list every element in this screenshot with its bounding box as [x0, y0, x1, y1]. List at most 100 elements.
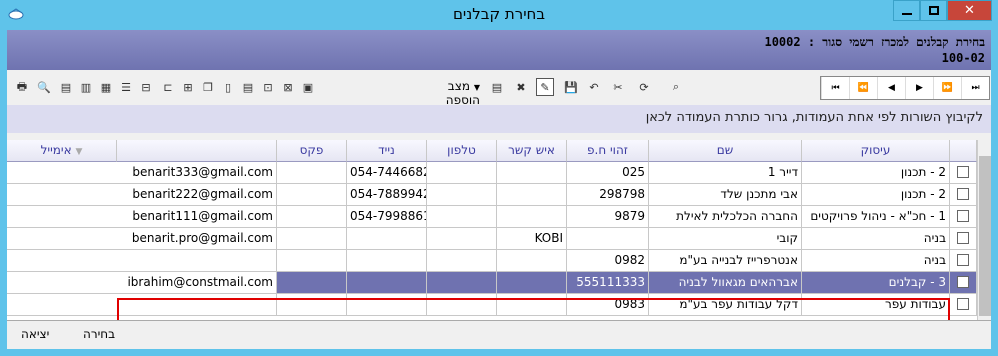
cell-email[interactable] [7, 250, 277, 272]
cell-field[interactable]: בניה [802, 250, 950, 272]
last-record-icon[interactable]: ⏭ [961, 77, 989, 99]
collapse-icon[interactable]: ⊏ [159, 78, 177, 96]
next-page-icon[interactable]: ⏩ [933, 77, 961, 99]
column-header-fax[interactable]: פקס [277, 140, 347, 162]
cell-fax[interactable] [277, 184, 347, 206]
cell-name[interactable]: קובי [649, 228, 802, 250]
cell-phone[interactable] [427, 272, 497, 294]
scroll-thumb[interactable] [979, 156, 991, 316]
new-page-icon[interactable]: ▯ [219, 78, 237, 96]
tree-icon[interactable]: ⊟ [137, 78, 155, 96]
column-header-contact[interactable]: איש קשר [497, 140, 567, 162]
cell-contact[interactable]: KOBI [497, 228, 567, 250]
cell-contact[interactable] [497, 206, 567, 228]
print-icon[interactable]: 🖶 [13, 78, 31, 96]
cell-fax[interactable] [277, 228, 347, 250]
column-header-phone[interactable]: טלפון [427, 140, 497, 162]
cell-phone[interactable] [427, 162, 497, 184]
cell-id[interactable] [567, 228, 649, 250]
maximize-button[interactable] [920, 0, 947, 21]
cell-mobile[interactable]: 054-7998861 [347, 206, 427, 228]
table-row[interactable]: ibrahim@constmail.com 555111333 אברהאים מג… [7, 272, 977, 294]
prev-page-icon[interactable]: ⏪ [849, 77, 877, 99]
column-header-id[interactable]: זהוי ח.פ [567, 140, 649, 162]
cell-id[interactable]: 9879 [567, 206, 649, 228]
cell-phone[interactable] [427, 228, 497, 250]
cell-field[interactable]: בניה [802, 228, 950, 250]
print-preview-icon[interactable]: 🔍 [35, 78, 53, 96]
cell-mobile[interactable] [347, 228, 427, 250]
row-checkbox[interactable] [950, 272, 977, 294]
cell-phone[interactable] [427, 184, 497, 206]
list-icon[interactable]: ▤ [239, 78, 257, 96]
cell-name[interactable]: אברהאים מגאוול לבניה [649, 272, 802, 294]
copy-icon[interactable]: ❐ [199, 78, 217, 96]
group-by-panel[interactable]: לקיבוץ השורות לפי אחת העמודות, גרור כותר… [7, 105, 991, 133]
cell-fax[interactable] [277, 206, 347, 228]
column-header-name[interactable]: שם [649, 140, 802, 162]
first-record-icon[interactable]: ⏮ [821, 77, 849, 99]
cell-email[interactable]: benarit.pro@gmail.com [7, 228, 277, 250]
row-checkbox[interactable] [950, 206, 977, 228]
column-header-field[interactable]: עיסוק [802, 140, 950, 162]
cell-email[interactable]: benarit222@gmail.com [7, 184, 277, 206]
page-setup-icon[interactable]: ▤ [57, 78, 75, 96]
vertical-scrollbar[interactable] [977, 140, 991, 320]
export-excel-icon[interactable]: ▦ [97, 78, 115, 96]
add-mode-dropdown[interactable]: ▼ מצב הוספה [412, 79, 480, 107]
search-icon[interactable]: ⌕ [667, 78, 685, 96]
cell-fax[interactable] [277, 250, 347, 272]
row-checkbox[interactable] [950, 162, 977, 184]
cell-id[interactable]: 0982 [567, 250, 649, 272]
cell-email[interactable]: benarit111@gmail.com [7, 206, 277, 228]
undo-icon[interactable]: ↶ [585, 78, 603, 96]
row-checkbox[interactable] [950, 184, 977, 206]
column-header-mobile[interactable]: נייד [347, 140, 427, 162]
cell-fax[interactable] [277, 272, 347, 294]
cell-name[interactable]: אבי מתכנן שלד [649, 184, 802, 206]
select-button[interactable]: בחירה [83, 327, 115, 341]
prev-record-icon[interactable]: ◀ [877, 77, 905, 99]
cell-contact[interactable] [497, 272, 567, 294]
cell-mobile[interactable] [347, 250, 427, 272]
cell-id[interactable]: 555111333 [567, 272, 649, 294]
table-row[interactable]: benarit111@gmail.com 054-7998861 9879 החברה… [7, 206, 977, 228]
cell-mobile[interactable]: 054-7889942 [347, 184, 427, 206]
cell-mobile[interactable]: 054-7446682 [347, 162, 427, 184]
row-checkbox[interactable] [950, 294, 977, 316]
table-row[interactable]: benarit333@gmail.com 054-7446682 025 דייר 1… [7, 162, 977, 184]
cell-phone[interactable] [427, 206, 497, 228]
columns-icon[interactable]: ⊞ [179, 78, 197, 96]
cell-name[interactable]: דייר 1 [649, 162, 802, 184]
cell-field[interactable]: 3 - קבלנים [802, 272, 950, 294]
save-icon[interactable]: 💾 [562, 78, 580, 96]
cell-contact[interactable] [497, 184, 567, 206]
minimize-button[interactable] [893, 0, 920, 21]
cell-field[interactable]: 2 - תכנון [802, 184, 950, 206]
refresh-icon[interactable]: ⟳ [635, 78, 653, 96]
cell-email[interactable]: benarit333@gmail.com [7, 162, 277, 184]
edit-icon[interactable]: ✎ [536, 78, 554, 96]
row-checkbox[interactable] [950, 228, 977, 250]
table-row[interactable]: 0982 אנטרפרייז לבנייה בע"מ בניה [7, 250, 977, 272]
cell-contact[interactable] [497, 250, 567, 272]
cell-email[interactable]: ibrahim@constmail.com [7, 272, 277, 294]
cell-field[interactable]: 1 - חכ"א - ניהול פרויקטים [802, 206, 950, 228]
cell-phone[interactable] [427, 250, 497, 272]
report-icon[interactable]: ▥ [77, 78, 95, 96]
cell-id[interactable]: 298798 [567, 184, 649, 206]
title-bar[interactable]: בחירת קבלנים ✕ [0, 0, 998, 30]
table-row[interactable]: benarit.pro@gmail.com KOBI קובי בניה [7, 228, 977, 250]
row-checkbox[interactable] [950, 250, 977, 272]
close-button[interactable]: ✕ [947, 0, 992, 21]
expand-icon[interactable]: ☰ [117, 78, 135, 96]
cell-name[interactable]: החברה הכלכלית לאילת [649, 206, 802, 228]
cell-mobile[interactable] [347, 272, 427, 294]
exit-button[interactable]: יציאה [21, 327, 49, 341]
cell-contact[interactable] [497, 162, 567, 184]
next-record-icon[interactable]: ▶ [905, 77, 933, 99]
cell-id[interactable]: 025 [567, 162, 649, 184]
doc-icon[interactable]: ▤ [488, 78, 506, 96]
delete-icon[interactable]: ✖ [512, 78, 530, 96]
layout-icon[interactable]: ⊡ [259, 78, 277, 96]
